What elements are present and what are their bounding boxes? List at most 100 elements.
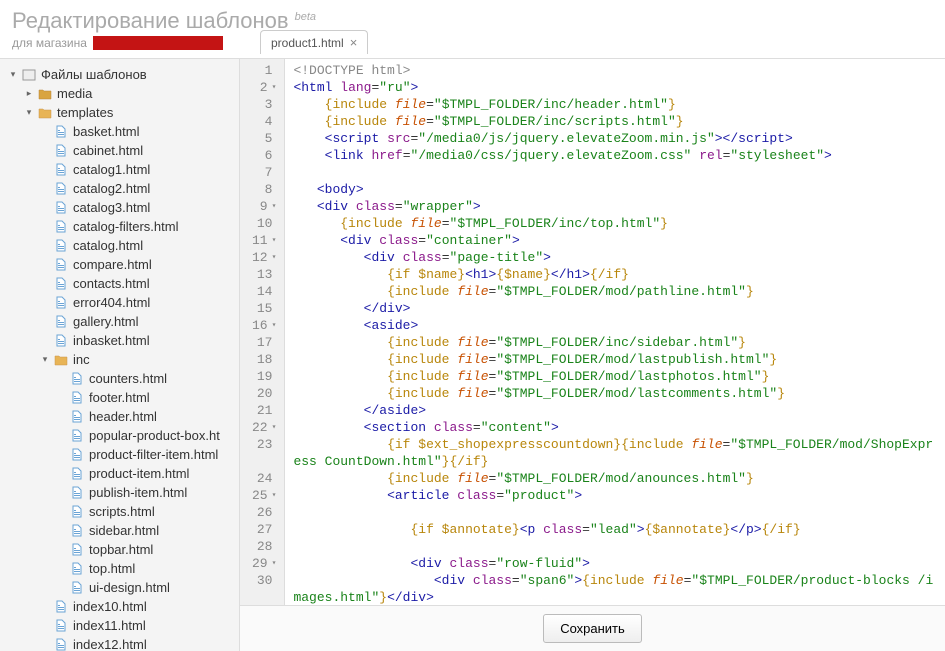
code-area[interactable]: <!DOCTYPE html><html lang="ru"> {include… (285, 59, 945, 605)
tree-file[interactable]: gallery.html (32, 312, 239, 331)
file-tree-sidebar[interactable]: ▾Файлы шаблонов▸media▾templatesbasket.ht… (0, 59, 240, 651)
line-number: 26 (252, 504, 276, 521)
toggle-icon[interactable]: ▸ (24, 88, 34, 99)
code-line[interactable]: {include file="$TMPL_FOLDER/inc/top.html… (293, 215, 937, 232)
code-line[interactable]: {if $ext_shopexpresscountdown}{include f… (293, 436, 937, 470)
tree-file[interactable]: header.html (48, 407, 239, 426)
code-line[interactable]: {include file="$TMPL_FOLDER/inc/sidebar.… (293, 334, 937, 351)
tree-label: product-filter-item.html (89, 447, 218, 462)
code-line[interactable]: <div class="container"> (293, 232, 937, 249)
file-icon (69, 562, 85, 576)
fold-icon[interactable]: ▾ (272, 419, 277, 436)
tree-file[interactable]: popular-product-box.ht (48, 426, 239, 445)
tree-file[interactable]: product-filter-item.html (48, 445, 239, 464)
tree-file[interactable]: contacts.html (32, 274, 239, 293)
code-editor[interactable]: 12▾3456789▾1011▾12▾13141516▾171819202122… (240, 59, 945, 605)
code-line[interactable]: <body> (293, 181, 937, 198)
tree-file[interactable]: basket.html (32, 122, 239, 141)
tree-folder-templates[interactable]: ▾templates (16, 103, 239, 122)
code-line[interactable]: {if $name}<h1>{$name}</h1>{/if} (293, 266, 937, 283)
toggle-icon[interactable]: ▾ (24, 107, 34, 118)
code-line[interactable] (293, 164, 937, 181)
code-line[interactable]: <div class="span6">{include file="$TMPL_… (293, 572, 937, 605)
tree-file[interactable]: inbasket.html (32, 331, 239, 350)
toggle-icon[interactable]: ▾ (40, 354, 50, 365)
code-line[interactable]: <div class="row-fluid"> (293, 555, 937, 572)
tree-file[interactable]: scripts.html (48, 502, 239, 521)
tree-file[interactable]: index11.html (32, 616, 239, 635)
tree-folder-inc[interactable]: ▾inc (32, 350, 239, 369)
tree-file[interactable]: compare.html (32, 255, 239, 274)
tree-label: catalog.html (73, 238, 143, 253)
tree-file[interactable]: counters.html (48, 369, 239, 388)
code-line[interactable]: <article class="product"> (293, 487, 937, 504)
tree-file[interactable]: catalog3.html (32, 198, 239, 217)
fold-icon[interactable]: ▾ (272, 555, 277, 572)
tree-label: index11.html (73, 618, 146, 633)
code-line[interactable]: <html lang="ru"> (293, 79, 937, 96)
tree-file[interactable]: cabinet.html (32, 141, 239, 160)
tree-file[interactable]: top.html (48, 559, 239, 578)
tree-root[interactable]: ▾Файлы шаблонов (0, 65, 239, 84)
fold-icon[interactable]: ▾ (272, 249, 277, 266)
tree-label: catalog1.html (73, 162, 150, 177)
tree-label: catalog2.html (73, 181, 150, 196)
code-line[interactable]: <aside> (293, 317, 937, 334)
code-line[interactable]: <div class="page-title"> (293, 249, 937, 266)
code-line[interactable]: {include file="$TMPL_FOLDER/mod/anounces… (293, 470, 937, 487)
code-line[interactable]: {include file="$TMPL_FOLDER/mod/lastpubl… (293, 351, 937, 368)
tree-file[interactable]: product-item.html (48, 464, 239, 483)
code-line[interactable]: {include file="$TMPL_FOLDER/mod/lastcomm… (293, 385, 937, 402)
fold-icon[interactable]: ▾ (272, 487, 277, 504)
code-line[interactable] (293, 504, 937, 521)
tree-file[interactable]: catalog.html (32, 236, 239, 255)
fold-icon[interactable]: ▾ (272, 232, 277, 249)
code-line[interactable]: <div class="wrapper"> (293, 198, 937, 215)
line-number: 22▾ (252, 419, 276, 436)
tree-file[interactable]: ui-design.html (48, 578, 239, 597)
tree-file[interactable]: error404.html (32, 293, 239, 312)
code-line[interactable]: <link href="/media0/css/jquery.elevateZo… (293, 147, 937, 164)
tree-file[interactable]: catalog2.html (32, 179, 239, 198)
fold-icon[interactable]: ▾ (272, 198, 277, 215)
file-icon (69, 467, 85, 481)
tree-file[interactable]: index10.html (32, 597, 239, 616)
fold-icon[interactable]: ▾ (272, 79, 277, 96)
code-line[interactable]: {if $annotate}<p class="lead">{$annotate… (293, 521, 937, 538)
fold-icon[interactable]: ▾ (272, 317, 277, 334)
code-line[interactable]: <section class="content"> (293, 419, 937, 436)
file-icon (53, 258, 69, 272)
tree-label: catalog3.html (73, 200, 150, 215)
tree-file[interactable]: catalog1.html (32, 160, 239, 179)
tree-file[interactable]: catalog-filters.html (32, 217, 239, 236)
line-number: 2▾ (252, 79, 276, 96)
tree-file[interactable]: sidebar.html (48, 521, 239, 540)
code-line[interactable]: </aside> (293, 402, 937, 419)
tree-file[interactable]: index12.html (32, 635, 239, 651)
code-line[interactable]: {include file="$TMPL_FOLDER/mod/pathline… (293, 283, 937, 300)
toggle-icon[interactable]: ▾ (8, 69, 18, 80)
code-line[interactable]: <script src="/media0/js/jquery.elevateZo… (293, 130, 937, 147)
tree-label: ui-design.html (89, 580, 170, 595)
line-number: 30 (252, 572, 276, 605)
save-button[interactable]: Сохранить (543, 614, 642, 643)
tab-product1[interactable]: product1.html × (260, 30, 368, 54)
tree-file[interactable]: footer.html (48, 388, 239, 407)
tree-folder-media[interactable]: ▸media (16, 84, 239, 103)
code-line[interactable]: </div> (293, 300, 937, 317)
root-icon (21, 68, 37, 82)
file-icon (69, 543, 85, 557)
file-icon (53, 334, 69, 348)
code-line[interactable] (293, 538, 937, 555)
tree-file[interactable]: topbar.html (48, 540, 239, 559)
line-number: 25▾ (252, 487, 276, 504)
code-line[interactable]: {include file="$TMPL_FOLDER/inc/header.h… (293, 96, 937, 113)
code-line[interactable]: <!DOCTYPE html> (293, 62, 937, 79)
tree-file[interactable]: publish-item.html (48, 483, 239, 502)
folder-open-icon (37, 106, 53, 120)
code-line[interactable]: {include file="$TMPL_FOLDER/mod/lastphot… (293, 368, 937, 385)
tree-label: compare.html (73, 257, 152, 272)
close-icon[interactable]: × (350, 35, 358, 50)
code-line[interactable]: {include file="$TMPL_FOLDER/inc/scripts.… (293, 113, 937, 130)
file-icon (53, 144, 69, 158)
